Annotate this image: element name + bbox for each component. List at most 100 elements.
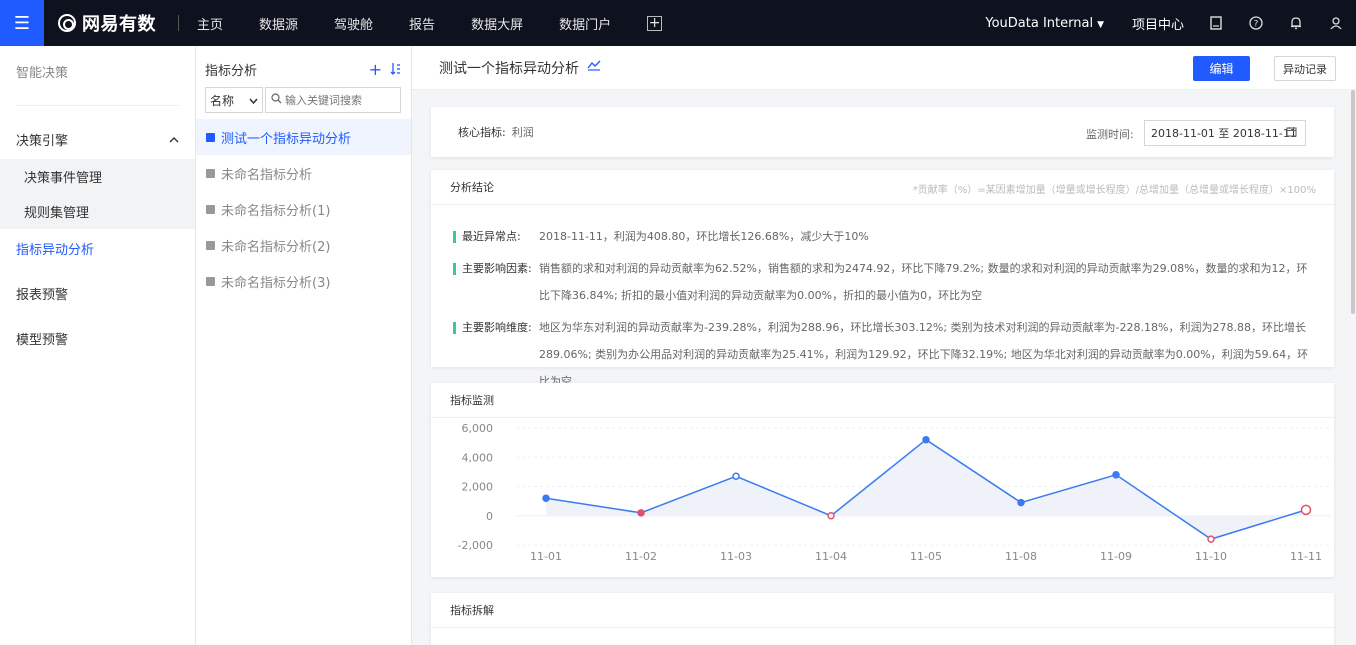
search-icon [271,93,282,107]
project-center[interactable]: 项目中心 [1132,14,1184,33]
formula-note: *贡献率（%）=某因素增加量（增量或增长程度）/总增加量（总增量或增长程度）×1… [912,185,1316,196]
decomposition-header: 指标拆解 [431,593,1334,628]
conclusion-card: 分析结论 *贡献率（%）=某因素增加量（增量或增长程度）/总增加量（总增量或增长… [431,170,1334,388]
anomaly-point [827,512,835,520]
add-square-icon[interactable]: + [647,15,663,31]
y-tick-label: 0 [486,510,493,523]
data-point [922,435,930,444]
monitor-time-label: 监测时间: [1086,128,1134,141]
list-item[interactable]: 未命名指标分析 [196,155,411,191]
main-content: 测试一个指标异动分析 编辑 异动记录 核心指标: 利润 监测时间: 2018-1… [412,46,1356,645]
x-tick-label: 11-01 [530,550,562,563]
logo[interactable]: 网易有数 [58,10,156,36]
page-title: 测试一个指标异动分析 [439,60,579,77]
logo-text: 网易有数 [82,14,156,35]
x-tick-label: 11-08 [1005,550,1037,563]
list-item-label: 未命名指标分析(1) [221,203,331,219]
sidebar-title: 智能决策 [16,66,69,81]
nav-cockpit[interactable]: 驾驶舱 [334,14,373,33]
monitor-title: 指标监测 [450,394,494,407]
top-bar: ☰ 网易有数 主页 数据源 驾驶舱 报告 数据大屏 数据门户 + YouData… [0,0,1356,46]
data-point [732,472,740,481]
sidebar-submenu: 决策事件管理 规则集管理 [0,159,195,229]
sidebar-item-metric-anomaly[interactable]: 指标异动分析 [0,229,195,268]
sort-icon[interactable] [390,60,401,79]
user-icon[interactable] [1328,15,1344,31]
chevron-down-icon [249,93,258,107]
nav-home[interactable]: 主页 [197,14,223,33]
y-tick-label: 4,000 [462,451,494,464]
core-metric-card: 核心指标: 利润 监测时间: 2018-11-01 至 2018-11-11 [431,107,1334,157]
list-item[interactable]: 未命名指标分析(1) [196,191,411,227]
core-metric-label: 核心指标: [458,126,506,139]
report-icon [206,132,215,142]
report-icon [206,168,215,178]
data-point [542,494,550,502]
monitor-chart-card: 指标监测 6,000 4,000 2,000 0 -2,000 11-01 11-02 11-… [431,383,1334,577]
x-tick-label: 11-10 [1195,550,1227,563]
filter-select-value: 名称 [210,93,235,108]
list-item-label: 未命名指标分析(2) [221,239,331,255]
bell-icon[interactable] [1288,15,1304,31]
y-tick-label: -2,000 [458,539,493,552]
list-item[interactable]: 未命名指标分析(2) [196,227,411,263]
edit-button[interactable]: 编辑 [1193,56,1250,81]
list-item[interactable]: 未命名指标分析(3) [196,263,411,299]
sidebar-item-event-management[interactable]: 决策事件管理 [0,159,195,194]
conclusion-row: 最近异常点: 2018-11-11，利润为408.80，环比增长126.68%，… [453,223,1334,250]
sidebar-group-decision-engine[interactable]: 决策引擎 [0,120,195,159]
anomaly-log-button[interactable]: 异动记录 [1274,56,1336,81]
list-item-label: 测试一个指标异动分析 [221,131,352,147]
conclusion-header: 分析结论 *贡献率（%）=某因素增加量（增量或增长程度）/总增加量（总增量或增长… [431,170,1334,205]
list-title: 指标分析 [205,64,258,79]
list-item-label: 未命名指标分析(3) [221,275,331,291]
x-tick-label: 11-11 [1290,550,1322,563]
org-selector[interactable]: YouData Internal ▼ [985,16,1104,31]
menu-icon[interactable]: ☰ [0,0,44,46]
divider [178,15,179,31]
scrollbar[interactable] [1351,90,1355,314]
add-icon[interactable]: + [369,60,382,79]
nav-datasource[interactable]: 数据源 [259,14,298,33]
sidebar-item-model-alert[interactable]: 模型预警 [0,319,195,358]
data-point [1112,471,1120,479]
conclusion-key: 最近异常点: [462,230,521,243]
document-icon[interactable] [1208,15,1224,31]
search-input[interactable] [285,93,395,107]
date-range-value: 2018-11-01 至 2018-11-11 [1151,127,1297,140]
sidebar-item-ruleset-management[interactable]: 规则集管理 [0,194,195,229]
data-point [1017,498,1025,507]
monitor-header: 指标监测 [431,383,1334,418]
line-chart-icon[interactable] [587,60,601,75]
x-tick-label: 11-05 [910,550,942,563]
conclusion-key: 主要影响因素: [462,262,532,275]
org-name: YouData Internal [985,15,1094,31]
help-icon[interactable]: ? [1248,15,1264,31]
svg-text:?: ? [1254,20,1259,30]
x-tick-label: 11-03 [720,550,752,563]
top-nav: 主页 数据源 驾驶舱 报告 数据大屏 数据门户 + [197,14,698,33]
sidebar-item-report-alert[interactable]: 报表预警 [0,274,195,313]
sidebar: 智能决策 决策引擎 决策事件管理 规则集管理 指标异动分析 报表预警 模型预警 [0,46,196,645]
y-tick-label: 6,000 [462,422,494,435]
x-tick-label: 11-04 [815,550,847,563]
filter-select[interactable]: 名称 [205,87,263,113]
sidebar-group-label: 决策引擎 [16,134,69,149]
caret-down-icon: ▼ [1097,19,1104,30]
calendar-icon [1286,126,1297,140]
anomaly-point [1300,504,1312,516]
list-item[interactable]: 测试一个指标异动分析 [196,119,411,155]
analysis-list-panel: 指标分析 + 名称 测试一个指标异动分析 未命名指标分析 未命名指标分析(1) … [196,46,412,645]
conclusion-title: 分析结论 [450,181,494,194]
report-icon [206,204,215,214]
nav-report[interactable]: 报告 [409,14,435,33]
divider [16,105,179,106]
x-tick-label: 11-09 [1100,550,1132,563]
logo-icon [58,14,76,32]
nav-portal[interactable]: 数据门户 [559,14,611,33]
conclusion-value: 销售额的求和对利润的异动贡献率为62.52%，销售额的求和为2474.92，环比… [539,262,1308,302]
nav-bigscreen[interactable]: 数据大屏 [471,14,523,33]
row-marker [453,322,456,334]
core-metric-value: 利润 [511,126,534,139]
date-range-picker[interactable]: 2018-11-01 至 2018-11-11 [1144,120,1306,146]
